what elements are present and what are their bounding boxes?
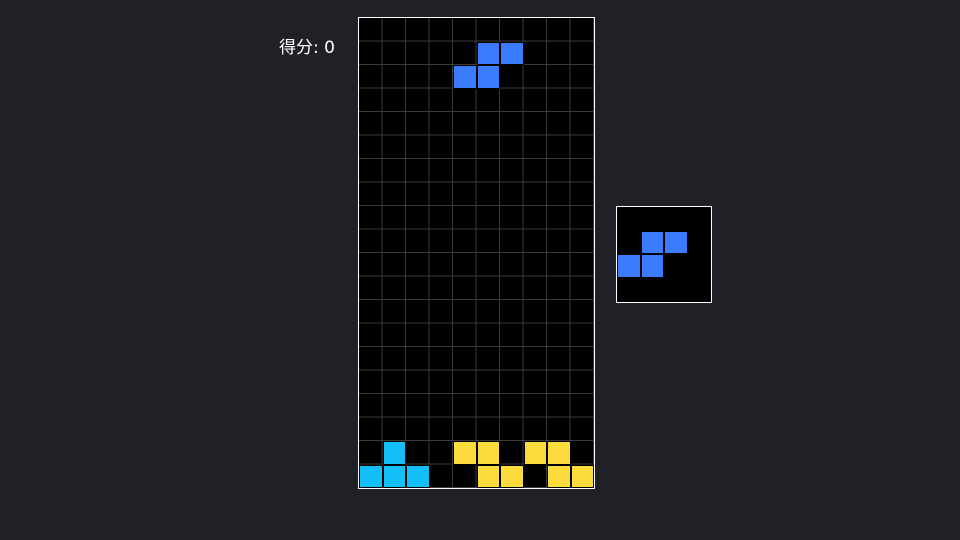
score-label: 得分: 0 xyxy=(279,38,335,58)
locked-block xyxy=(476,441,500,465)
locked-block xyxy=(406,464,430,488)
locked-block xyxy=(570,464,594,488)
game-board xyxy=(358,17,595,489)
next-piece-block xyxy=(640,254,664,278)
locked-block xyxy=(500,464,524,488)
next-piece-block xyxy=(664,230,688,254)
locked-block xyxy=(523,441,547,465)
next-piece-block xyxy=(617,254,641,278)
active-piece-block xyxy=(500,41,524,65)
active-piece-block xyxy=(453,65,477,89)
locked-block xyxy=(359,464,383,488)
next-piece-preview xyxy=(616,206,712,303)
active-piece-block xyxy=(476,65,500,89)
locked-block xyxy=(547,441,571,465)
locked-block xyxy=(453,441,477,465)
locked-block xyxy=(382,464,406,488)
locked-block xyxy=(476,464,500,488)
playfield-grid xyxy=(359,18,594,488)
locked-block xyxy=(547,464,571,488)
active-piece-block xyxy=(476,41,500,65)
locked-block xyxy=(382,441,406,465)
next-piece-block xyxy=(640,230,664,254)
next-piece-area xyxy=(617,207,711,302)
